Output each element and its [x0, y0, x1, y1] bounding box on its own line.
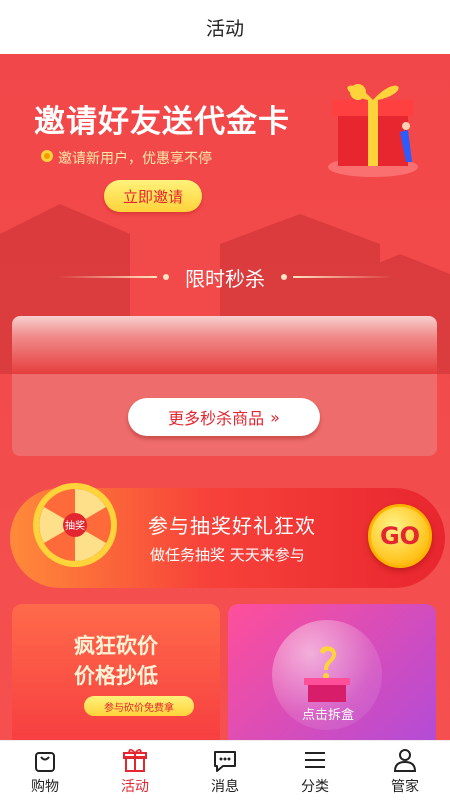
bargain-card[interactable]: 疯狂砍价 价格抄低 参与砍价免费拿: [12, 604, 220, 740]
tab-shopping[interactable]: 购物: [0, 741, 90, 800]
wheel-center-label: 抽奖: [65, 519, 85, 532]
invite-banner[interactable]: 邀请好友送代金卡 邀请新用户，优惠享不停 立即邀请: [0, 54, 450, 274]
bottom-tab-bar: 购物 活动 消息 分类 管家: [0, 740, 450, 800]
more-flash-sale-button[interactable]: 更多秒杀商品 »: [128, 398, 320, 436]
double-chevron-right-icon: »: [270, 407, 280, 427]
page-title: 活动: [205, 17, 244, 40]
flash-sale-header-strip: [12, 316, 437, 374]
more-flash-sale-label: 更多秒杀商品: [168, 409, 265, 428]
shopping-bag-icon: [35, 751, 55, 772]
tab-label: 管家: [391, 778, 419, 795]
blind-box-card[interactable]: 点击拆盒: [228, 604, 436, 740]
go-button[interactable]: GO: [368, 504, 432, 568]
invite-now-button[interactable]: 立即邀请: [104, 180, 202, 212]
lottery-subtitle: 做任务抽奖 天天来参与: [150, 546, 305, 564]
decor-line-left: [57, 276, 157, 278]
list-icon: [305, 751, 325, 768]
invite-subtitle: 邀请新用户，优惠享不停: [58, 151, 212, 167]
coin-icon: [41, 150, 53, 162]
decor-dot-left: [163, 274, 169, 280]
tab-messages[interactable]: 消息: [180, 741, 270, 800]
tab-label: 分类: [301, 778, 329, 795]
tab-label: 购物: [31, 778, 59, 795]
decor-line-right: [293, 276, 393, 278]
flash-sale-card: 更多秒杀商品 »: [12, 316, 437, 456]
gift-icon: [123, 748, 147, 772]
chat-icon: [214, 750, 236, 772]
question-box-icon: [304, 646, 350, 702]
tab-label: 消息: [211, 778, 239, 795]
lottery-title: 参与抽奖好礼狂欢: [148, 514, 316, 538]
tab-category[interactable]: 分类: [270, 741, 360, 800]
flash-sale-heading: 限时秒杀: [0, 262, 450, 292]
prize-wheel-icon: 抽奖: [33, 483, 117, 567]
bargain-tag: 参与砍价免费拿: [84, 696, 194, 716]
user-icon: [393, 748, 417, 772]
lottery-banner[interactable]: 抽奖 参与抽奖好礼狂欢 做任务抽奖 天天来参与 GO: [10, 483, 445, 588]
tab-label: 活动: [121, 778, 149, 795]
blind-box-label: 点击拆盒: [301, 708, 354, 723]
decor-dot-right: [281, 274, 287, 280]
top-bar: 活动: [0, 0, 450, 54]
bargain-line1: 疯狂砍价: [74, 634, 158, 658]
activity-content[interactable]: 邀请好友送代金卡 邀请新用户，优惠享不停 立即邀请 限时秒杀 更多秒杀商品 »: [0, 54, 450, 740]
gift-box-illustration: [328, 84, 418, 177]
flash-sale-title: 限时秒杀: [185, 266, 265, 291]
bargain-line2: 价格抄低: [74, 664, 158, 688]
invite-headline: 邀请好友送代金卡: [34, 104, 290, 140]
tab-steward[interactable]: 管家: [360, 741, 450, 800]
tab-activity[interactable]: 活动: [90, 741, 180, 800]
